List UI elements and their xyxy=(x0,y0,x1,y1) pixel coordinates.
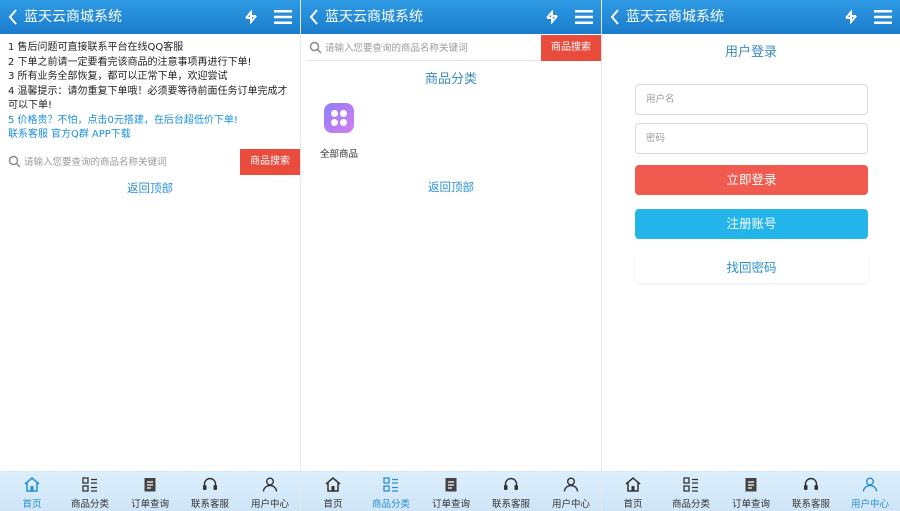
tab-label: 商品分类 xyxy=(671,499,710,510)
tab-support[interactable]: 联系客服 xyxy=(781,472,841,511)
official-group-link[interactable]: 官方Q群 xyxy=(51,129,89,140)
bottom-tab-bar: 首页 商品分类 订单查询 联系客服 用户中心 xyxy=(0,471,300,511)
search-input[interactable] xyxy=(325,38,535,58)
category-icon xyxy=(683,477,698,492)
app-header: 蓝天云商城系统 xyxy=(301,0,601,34)
user-icon xyxy=(862,477,878,492)
notice-board: 1 售后问题可直接联系平台在线QQ客服 2 下单之前请一定要看完该商品的注意事项… xyxy=(8,41,296,143)
forgot-password-button[interactable]: 找回密码 xyxy=(635,253,868,283)
tab-support[interactable]: 联系客服 xyxy=(481,472,541,511)
tab-category[interactable]: 商品分类 xyxy=(361,472,421,511)
app-title: 蓝天云商城系统 xyxy=(626,9,724,25)
clover-icon xyxy=(324,103,354,133)
tab-label: 联系客服 xyxy=(791,499,830,510)
tab-label: 用户中心 xyxy=(850,499,889,510)
username-field[interactable] xyxy=(635,84,868,115)
tab-support[interactable]: 联系客服 xyxy=(180,472,240,511)
back-icon[interactable] xyxy=(309,9,319,25)
search-button[interactable]: 商品搜索 xyxy=(541,35,601,61)
tab-user-center[interactable]: 用户中心 xyxy=(240,472,300,511)
app-download-link[interactable]: APP下载 xyxy=(92,129,131,140)
category-title: 商品分类 xyxy=(424,72,477,87)
tab-orders[interactable]: 订单查询 xyxy=(421,472,481,511)
notice-line: 3 所有业务全部恢复，都可以正常下单，欢迎尝试 xyxy=(8,71,228,82)
swap-icon[interactable] xyxy=(545,10,559,24)
search-bar: 商品搜索 xyxy=(307,35,601,61)
swap-icon[interactable] xyxy=(244,10,258,24)
headset-icon xyxy=(804,477,818,490)
tab-label: 首页 xyxy=(623,499,643,510)
tab-user-center[interactable]: 用户中心 xyxy=(541,472,601,511)
notice-line: 1 售后问题可直接联系平台在线QQ客服 xyxy=(8,42,184,53)
tab-label: 商品分类 xyxy=(371,499,410,510)
menu-icon[interactable] xyxy=(274,9,292,25)
tab-user-center[interactable]: 用户中心 xyxy=(840,472,900,511)
menu-icon[interactable] xyxy=(575,9,593,25)
search-icon xyxy=(8,155,21,168)
tab-label: 首页 xyxy=(22,499,42,510)
headset-icon xyxy=(504,477,518,490)
app-title: 蓝天云商城系统 xyxy=(24,9,122,25)
swap-icon[interactable] xyxy=(844,10,858,24)
tab-home[interactable]: 首页 xyxy=(603,472,663,511)
register-button[interactable]: 注册账号 xyxy=(635,209,868,239)
category-icon xyxy=(82,477,97,492)
search-input[interactable] xyxy=(24,152,234,172)
tab-home[interactable]: 首页 xyxy=(303,472,363,511)
category-panel: 蓝天云商城系统 商品搜索 商品分类 全部商品 返回顶部 首页 商品分类 订单查询 xyxy=(301,0,601,511)
tab-label: 用户中心 xyxy=(551,499,590,510)
tab-label: 商品分类 xyxy=(70,499,109,510)
home-icon xyxy=(625,477,641,492)
tab-label: 订单查询 xyxy=(431,499,470,510)
tab-home[interactable]: 首页 xyxy=(2,472,62,511)
login-button[interactable]: 立即登录 xyxy=(635,165,868,195)
password-field[interactable] xyxy=(635,123,868,154)
user-icon xyxy=(262,477,278,492)
bottom-tab-bar: 首页 商品分类 订单查询 联系客服 用户中心 xyxy=(301,471,601,511)
user-icon xyxy=(563,477,579,492)
app-header: 蓝天云商城系统 xyxy=(0,0,300,34)
search-icon xyxy=(309,41,322,54)
order-icon xyxy=(144,478,156,492)
notice-line-promo[interactable]: 5 价格贵？不怕，点击0元搭建，在后台超低价下单! xyxy=(8,114,296,129)
back-to-top-link[interactable]: 返回顶部 xyxy=(301,179,601,195)
tab-orders[interactable]: 订单查询 xyxy=(120,472,180,511)
notice-links: 联系客服 官方Q群 APP下载 xyxy=(8,128,296,143)
login-title: 用户登录 xyxy=(724,45,777,60)
back-to-top-link[interactable]: 返回顶部 xyxy=(0,180,300,196)
login-panel: 蓝天云商城系统 用户登录 立即登录 注册账号 找回密码 首页 商品分类 订单查询… xyxy=(602,0,900,511)
tab-orders[interactable]: 订单查询 xyxy=(721,472,781,511)
back-icon[interactable] xyxy=(610,9,620,25)
tab-label: 联系客服 xyxy=(190,499,229,510)
category-item-label: 全部商品 xyxy=(319,149,358,160)
tab-category[interactable]: 商品分类 xyxy=(60,472,120,511)
bottom-tab-bar: 首页 商品分类 订单查询 联系客服 用户中心 xyxy=(602,471,900,511)
home-icon xyxy=(325,477,341,492)
order-icon xyxy=(745,478,757,492)
category-item-all[interactable]: 全部商品 xyxy=(317,103,361,160)
search-button[interactable]: 商品搜索 xyxy=(240,149,300,175)
tab-label: 联系客服 xyxy=(491,499,530,510)
category-icon xyxy=(383,477,398,492)
contact-service-link[interactable]: 联系客服 xyxy=(8,129,48,140)
notice-line: 2 下单之前请一定要看完该商品的注意事项再进行下单! xyxy=(8,56,252,68)
home-icon xyxy=(24,477,40,492)
headset-icon xyxy=(203,477,217,490)
home-panel: 蓝天云商城系统 1 售后问题可直接联系平台在线QQ客服 2 下单之前请一定要看完… xyxy=(0,0,300,511)
tab-label: 订单查询 xyxy=(731,499,770,510)
app-title: 蓝天云商城系统 xyxy=(325,9,423,25)
app-header: 蓝天云商城系统 xyxy=(602,0,900,34)
order-icon xyxy=(445,478,457,492)
tab-label: 订单查询 xyxy=(130,499,169,510)
back-icon[interactable] xyxy=(8,9,18,25)
tab-label: 首页 xyxy=(323,499,343,510)
search-bar: 商品搜索 xyxy=(6,149,300,175)
tab-label: 用户中心 xyxy=(250,499,289,510)
tab-category[interactable]: 商品分类 xyxy=(661,472,721,511)
notice-line: 4 温馨提示：请勿重复下单哦！必须要等待前面任务订单完成才可以下单! xyxy=(8,85,288,112)
menu-icon[interactable] xyxy=(874,9,892,25)
